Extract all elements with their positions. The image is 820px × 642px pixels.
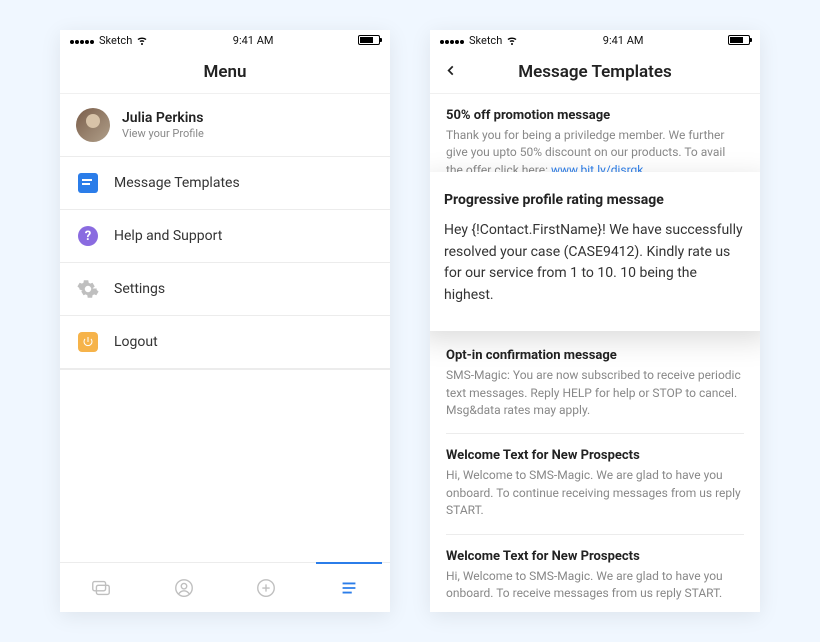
chat-icon: [90, 577, 112, 599]
tab-add[interactable]: [225, 563, 308, 612]
template-title: Welcome Text for New Prospects: [446, 549, 744, 564]
template-body: Hey {!Contact.FirstName}! We have succes…: [444, 220, 746, 307]
template-item[interactable]: Welcome Text for New Prospects Hi, Welco…: [446, 434, 744, 534]
template-body: SMS-Magic: You are now subscribed to rec…: [446, 367, 744, 419]
help-icon: ?: [78, 226, 98, 246]
battery-icon: [728, 35, 750, 45]
carrier-label: Sketch: [469, 34, 502, 47]
menu-item-settings[interactable]: Settings: [60, 263, 390, 316]
power-icon: [78, 332, 98, 352]
back-button[interactable]: [444, 62, 458, 81]
template-body: Hi, Welcome to SMS-Magic. We are glad to…: [446, 568, 744, 603]
statusbar-time: 9:41 AM: [603, 34, 644, 47]
wifi-icon: [136, 34, 148, 46]
template-title: 50% off promotion message: [446, 108, 744, 123]
menu-item-label: Help and Support: [114, 228, 222, 244]
menu-item-help[interactable]: ? Help and Support: [60, 210, 390, 263]
chevron-left-icon: [444, 63, 458, 77]
template-body: Hi, Welcome to SMS-Magic. We are glad to…: [446, 467, 744, 519]
template-title: Progressive profile rating message: [444, 192, 746, 208]
hamburger-icon: [338, 577, 360, 599]
status-bar: Sketch 9:41 AM: [430, 30, 760, 50]
tab-contacts[interactable]: [143, 563, 226, 612]
page-title: Message Templates: [518, 62, 672, 82]
profile-row[interactable]: Julia Perkins View your Profile: [60, 94, 390, 157]
battery-icon: [358, 35, 380, 45]
menu-item-templates[interactable]: Message Templates: [60, 157, 390, 210]
gear-icon: [76, 277, 100, 301]
template-item[interactable]: Opt-in confirmation message SMS-Magic: Y…: [446, 334, 744, 434]
plus-circle-icon: [255, 577, 277, 599]
profile-name: Julia Perkins: [122, 110, 204, 126]
wifi-icon: [506, 34, 518, 46]
tab-bar: [60, 562, 390, 612]
page-title: Menu: [203, 62, 246, 82]
tab-menu[interactable]: [308, 563, 391, 612]
signal-dots-icon: [440, 34, 465, 47]
template-title: Welcome Text for New Prospects: [446, 448, 744, 463]
template-preview-popup[interactable]: Progressive profile rating message Hey {…: [430, 172, 760, 331]
menu-item-label: Message Templates: [114, 175, 240, 191]
statusbar-time: 9:41 AM: [233, 34, 274, 47]
user-circle-icon: [173, 577, 195, 599]
templates-screen: Sketch 9:41 AM Message Templates 50% off…: [430, 30, 760, 612]
nav-header: Message Templates: [430, 50, 760, 94]
menu-screen: Sketch 9:41 AM Menu Julia Perkins View y…: [60, 30, 390, 612]
carrier-label: Sketch: [99, 34, 132, 47]
signal-dots-icon: [70, 34, 95, 47]
menu-item-logout[interactable]: Logout: [60, 316, 390, 369]
profile-subtitle: View your Profile: [122, 127, 204, 140]
document-icon: [78, 173, 98, 193]
template-item[interactable]: Welcome Text for New Prospects Hi, Welco…: [446, 535, 744, 612]
menu-item-label: Logout: [114, 334, 158, 350]
nav-header: Menu: [60, 50, 390, 94]
menu-item-label: Settings: [114, 281, 165, 297]
template-title: Opt-in confirmation message: [446, 348, 744, 363]
status-bar: Sketch 9:41 AM: [60, 30, 390, 50]
tab-chat[interactable]: [60, 563, 143, 612]
avatar: [76, 108, 110, 142]
